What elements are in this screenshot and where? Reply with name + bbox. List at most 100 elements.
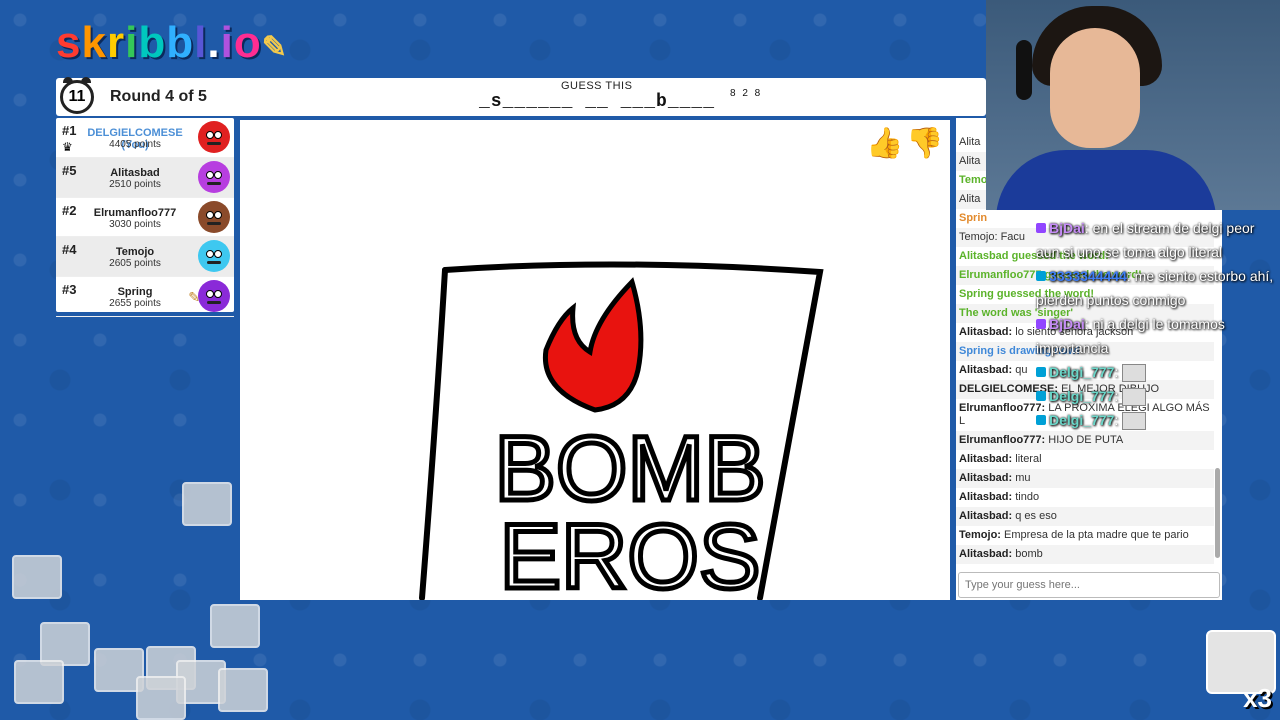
player-avatar [198, 160, 230, 193]
logo-letter: . [207, 18, 221, 67]
emote-icon [1122, 412, 1147, 431]
emote-icon [1122, 388, 1147, 407]
chat-message: Elrumanfloo777: HIJO DE PUTA [956, 431, 1214, 450]
headset-icon [1016, 40, 1032, 100]
twitch-chat-line: BjDai: en el stream de delgi peor aun si… [1036, 216, 1280, 264]
chat-text: Alita [959, 193, 981, 205]
chat-user: Alitasbad: [959, 364, 1013, 376]
guess-input[interactable] [958, 572, 1220, 598]
twitch-chat-line: Delgi_777: [1036, 384, 1280, 408]
player-points: 4405 points [109, 139, 161, 150]
floating-emote [218, 668, 268, 712]
logo-letter: k [81, 18, 107, 67]
avatar-eye [206, 131, 214, 139]
webcam-face [1050, 28, 1140, 148]
player-points: 2605 points [109, 258, 161, 270]
avatar-mouth [207, 142, 221, 145]
twitch-chat-line: Delgi_777: [1036, 408, 1280, 432]
webcam-shirt [996, 150, 1216, 210]
twitch-chat-line: Delgi_777: [1036, 360, 1280, 384]
chat-text: literal [1015, 453, 1042, 465]
chat-user: Elrumanfloo777: [959, 434, 1046, 446]
floating-emote [12, 555, 62, 599]
logo-letter: o [233, 18, 262, 67]
player-list: #1 DELGIELCOMESE (You) 4405 points ♛ #5 Alita… [56, 118, 234, 317]
chat-user: Alitasbad: [959, 548, 1013, 560]
player-row: #2 Elrumanfloo777 3030 points [56, 198, 234, 238]
player-points: 3030 points [109, 218, 161, 230]
logo-letter: r [106, 18, 126, 67]
chat-badge-icon [1036, 367, 1046, 377]
paper-outline-left [419, 267, 448, 601]
player-avatar [198, 121, 230, 153]
chat-text: HIJO DE PUTA [1048, 434, 1124, 446]
thumbs-up-icon[interactable]: 👍 [866, 126, 903, 161]
player-row: #4 Temojo 2605 points [56, 237, 234, 278]
player-points: 2655 points [109, 298, 161, 310]
twitch-chat-overlay: BjDai: en el stream de delgi peor aun si… [1036, 216, 1280, 432]
avatar-eye [206, 170, 214, 179]
avatar-mouth [207, 301, 221, 305]
avatar-eye [206, 210, 214, 219]
alarm-bell-icon [81, 77, 91, 83]
chat-message: Alitasbad: literal [956, 450, 1214, 469]
chat-message: Temojo: Empresa de la pta madre que te p… [956, 526, 1214, 545]
avatar-eye [214, 131, 222, 139]
chat-text: Sprin [959, 212, 988, 224]
streamer-webcam [986, 0, 1280, 210]
avatar-eye [214, 290, 222, 299]
drawing-word-top: BOMB [495, 418, 766, 520]
chat-text: tindo [1015, 491, 1040, 503]
player-avatar [198, 240, 230, 273]
drawing-word-bottom: EROS [500, 506, 761, 600]
drawing-canvas[interactable]: BOMB EROS [240, 120, 950, 611]
twitch-text: : [1114, 364, 1119, 380]
timer-value: 11 [68, 88, 86, 105]
player-rank: #1 [62, 123, 77, 138]
player-name: Elrumanfloo777 [93, 206, 177, 219]
word-lengths: 8 2 8 [730, 88, 763, 99]
word-hint: _s______ __ ___b____ [479, 92, 716, 112]
floating-emote [136, 676, 186, 720]
floating-emote [14, 660, 64, 704]
chat-text: Empresa de la pta madre que te pario [1004, 529, 1189, 541]
chat-text: Temojo: Facu [959, 231, 1026, 243]
twitch-text: : [1114, 412, 1119, 428]
player-points: 2510 points [109, 178, 161, 190]
chat-scrollbar[interactable] [1215, 468, 1220, 558]
game-header: 11 Round 4 of 5 GUESS THIS _s______ __ _… [56, 77, 986, 116]
chat-text: Temo [959, 174, 988, 186]
round-timer: 11 [60, 77, 94, 114]
chat-badge-icon [1036, 319, 1046, 329]
player-rank: #2 [62, 202, 77, 218]
twitch-chat-line: 3333344444: me siento estorbo ahí, pierd… [1036, 264, 1280, 312]
player-name: Alitasbad [110, 166, 160, 179]
drawing-svg: BOMB EROS [419, 261, 824, 611]
chat-text: Alita [959, 136, 981, 148]
twitch-user: Delgi_777 [1049, 388, 1115, 404]
avatar-eye [206, 250, 214, 259]
skribbl-logo: skribbl.io✎ [56, 18, 288, 68]
chat-text: qu [1015, 364, 1028, 376]
alarm-bell-icon [63, 77, 73, 83]
chat-text: Alita [959, 155, 981, 167]
avatar-mouth [207, 181, 221, 185]
logo-letter: i [220, 18, 234, 67]
chat-badge-icon [1036, 391, 1046, 401]
chat-user: Alitasbad: [959, 510, 1013, 522]
logo-letter: i [125, 18, 139, 67]
player-row: #5 Alitasbad 2510 points [56, 157, 234, 198]
chat-user: Alitasbad: [959, 491, 1013, 503]
avatar-eye [206, 290, 214, 299]
avatar-mouth [207, 261, 221, 265]
chat-message: Alitasbad: bomb [956, 545, 1214, 564]
twitch-text: : [1114, 388, 1119, 404]
chat-badge-icon [1036, 223, 1046, 233]
twitch-user: Delgi_777 [1049, 412, 1115, 428]
emote-counter: x3 [1243, 683, 1272, 713]
thumbs-down-icon[interactable]: 👎 [906, 126, 943, 161]
logo-letter: l [194, 18, 208, 67]
player-row: #3 Spring 2655 points ✎ [56, 277, 234, 317]
avatar-eye [214, 250, 222, 259]
chat-message: Alitasbad: tindo [956, 488, 1214, 507]
